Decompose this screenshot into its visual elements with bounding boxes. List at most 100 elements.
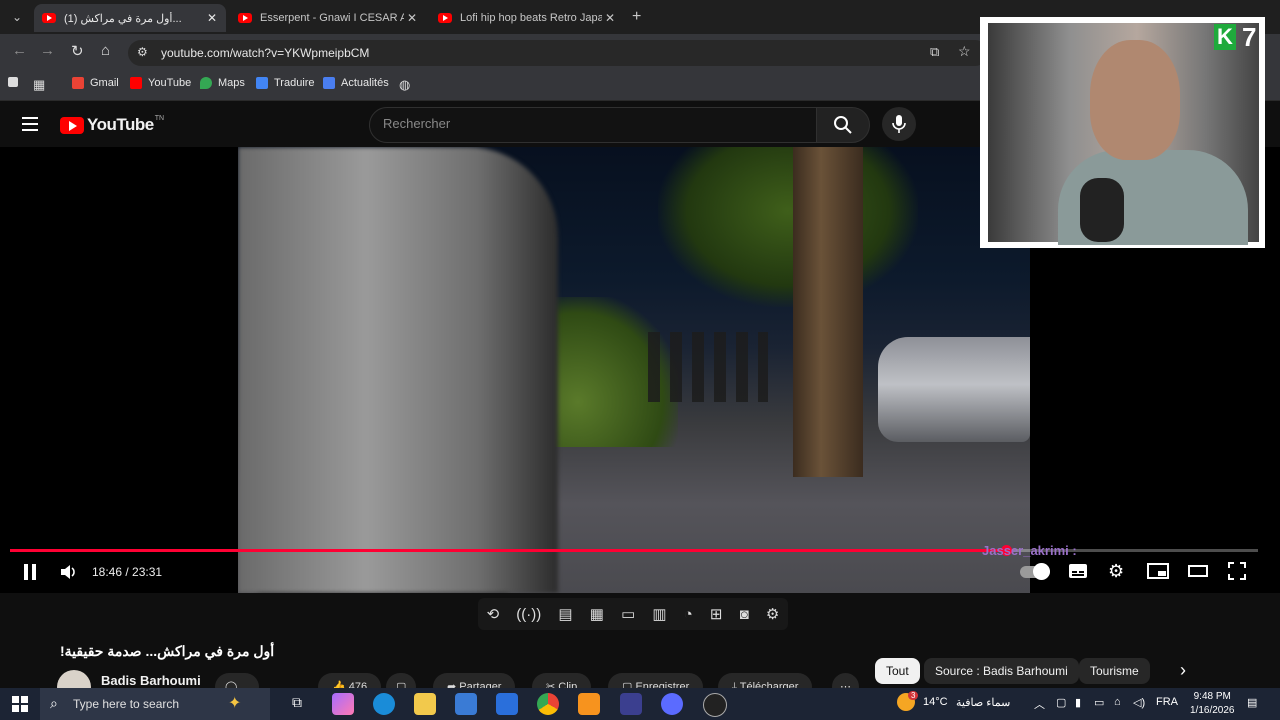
clapper-icon[interactable]: ▦ xyxy=(590,605,604,623)
discord-icon[interactable] xyxy=(661,693,683,715)
globe-icon[interactable]: ◍ xyxy=(399,77,410,93)
network-icon[interactable]: ⌂ xyxy=(1114,696,1121,708)
copilot-icon[interactable] xyxy=(332,693,354,715)
video-frame[interactable] xyxy=(238,147,1030,593)
close-icon[interactable]: ✕ xyxy=(404,11,420,25)
aspect-icon[interactable]: ▭ xyxy=(621,605,635,623)
country-code: TN xyxy=(154,115,165,122)
cinema-icon[interactable]: ▥ xyxy=(652,605,666,623)
search-button[interactable] xyxy=(816,107,870,143)
windows-start-icon[interactable] xyxy=(12,696,28,717)
pause-button[interactable] xyxy=(22,563,38,586)
screenshot-icon[interactable]: ◙ xyxy=(740,606,749,623)
bookmark-label: Maps xyxy=(218,77,245,89)
bookmark-gmail[interactable]: Gmail xyxy=(72,77,119,89)
obs-icon[interactable] xyxy=(703,693,727,717)
apps-grid-icon[interactable]: ▦ xyxy=(33,77,45,93)
chat-overlay-message: Jasser_akrimi : xyxy=(982,543,1077,558)
bookmark-label: YouTube xyxy=(148,77,192,89)
tab-esserpent[interactable]: Esserpent - Gnawi I CESAR ART ✕ xyxy=(230,4,426,32)
miniplayer-icon xyxy=(1147,563,1169,579)
channel-logo-number: 7 xyxy=(1242,22,1257,52)
chip-tourism[interactable]: Tourisme xyxy=(1079,658,1150,684)
mail-icon[interactable] xyxy=(496,693,518,715)
volume-tray-icon[interactable]: ◁) xyxy=(1133,696,1145,709)
extension-settings-icon[interactable]: ⚙ xyxy=(766,605,779,623)
bookmark-traduire[interactable]: Traduire xyxy=(256,77,315,89)
microphone-tray-icon[interactable]: ▮ xyxy=(1075,696,1081,709)
battery-icon[interactable]: ▭ xyxy=(1094,696,1104,709)
file-explorer-icon[interactable] xyxy=(414,693,436,715)
notifications-icon[interactable]: ▤ xyxy=(1247,696,1257,709)
chevron-up-icon[interactable]: ︿ xyxy=(1034,696,1045,712)
search-placeholder: Rechercher xyxy=(383,116,451,131)
bookmark-label: Actualités xyxy=(341,77,389,89)
app-grid-icon[interactable] xyxy=(620,693,642,715)
bookmark-youtube[interactable]: YouTube xyxy=(130,77,191,89)
bookmark-actualites[interactable]: Actualités xyxy=(323,77,389,89)
miniplayer-button[interactable] xyxy=(1147,562,1169,585)
fullscreen-icon xyxy=(1228,562,1246,580)
tab-active[interactable]: (1) أول مرة في مراكش... ✕ xyxy=(34,4,226,32)
speed-icon[interactable]: ◔ xyxy=(684,606,693,623)
chevron-right-icon[interactable]: › xyxy=(1180,660,1186,681)
weather-description[interactable]: سماء صافية xyxy=(956,696,1010,709)
clock-time: 9:48 PM xyxy=(1193,691,1231,702)
logo-text: YouTube xyxy=(87,115,154,134)
forward-icon[interactable]: → xyxy=(40,42,55,59)
microphone-icon xyxy=(892,115,906,133)
menu-icon[interactable] xyxy=(22,117,38,135)
loop-icon[interactable]: ⟲ xyxy=(487,605,500,623)
task-view-icon[interactable]: ⧉ xyxy=(292,694,302,711)
news-icon xyxy=(323,77,335,89)
app-orange-icon[interactable] xyxy=(578,693,600,715)
channel-name[interactable]: Badis Barhoumi xyxy=(101,673,201,688)
tab-lofi[interactable]: Lofi hip hop beats Retro Japane ✕ xyxy=(430,4,624,32)
home-icon[interactable]: ⌂ xyxy=(101,42,110,59)
install-app-icon[interactable]: ⧉ xyxy=(930,44,939,60)
voice-search-button[interactable] xyxy=(882,107,916,141)
video-title: أول مرة في مراكش... صدمة حقيقية! xyxy=(60,643,275,659)
chrome-icon[interactable] xyxy=(537,693,559,715)
bookmark-label: Traduire xyxy=(274,77,315,89)
reload-icon[interactable]: ↻ xyxy=(71,42,84,60)
pause-icon xyxy=(24,564,36,580)
tab-search-icon[interactable]: ⌄ xyxy=(6,7,28,27)
search-icon: ⌕ xyxy=(50,695,58,711)
taskbar-clock[interactable]: 9:48 PM 1/16/2026 xyxy=(1190,690,1235,718)
site-info-icon[interactable]: ⚙ xyxy=(137,45,148,59)
add-icon[interactable]: ⊞ xyxy=(710,605,723,623)
bookmark-square-icon[interactable] xyxy=(8,77,18,87)
url-text[interactable]: youtube.com/watch?v=YKWpmeipbCM xyxy=(161,46,369,60)
chip-all[interactable]: Tout xyxy=(875,658,920,684)
audio-icon[interactable]: ((·)) xyxy=(516,606,541,623)
fullscreen-button[interactable] xyxy=(1228,562,1246,585)
theater-mode-button[interactable] xyxy=(1188,562,1208,585)
close-icon[interactable]: ✕ xyxy=(204,11,220,25)
channel-logo-icon: K xyxy=(1214,24,1236,50)
gmail-icon xyxy=(72,77,84,89)
extension-toolbar: ⟲ ((·)) ▤ ▦ ▭ ▥ ◔ ⊞ ◙ ⚙ xyxy=(478,598,788,630)
chip-source[interactable]: Source : Badis Barhoumi xyxy=(924,658,1079,684)
settings-gear-icon[interactable]: ⚙ xyxy=(1108,561,1124,582)
volume-button[interactable] xyxy=(59,563,77,586)
bookmark-star-icon[interactable]: ☆ xyxy=(958,43,971,60)
copilot-sparkle-icon[interactable]: ✦ xyxy=(228,693,241,713)
store-icon[interactable] xyxy=(455,693,477,715)
time-display: 18:46 / 23:31 xyxy=(92,565,163,579)
subtitles-button[interactable] xyxy=(1068,562,1088,585)
bookmark-label: Gmail xyxy=(90,77,119,89)
translate-icon xyxy=(256,77,268,89)
youtube-logo[interactable]: YouTube TN xyxy=(60,115,164,135)
edge-icon[interactable] xyxy=(373,693,395,715)
filter-icon[interactable]: ▤ xyxy=(558,605,572,623)
new-tab-icon[interactable]: + xyxy=(632,8,641,26)
language-indicator[interactable]: FRA xyxy=(1156,696,1178,708)
youtube-favicon-icon xyxy=(238,13,252,23)
close-icon[interactable]: ✕ xyxy=(602,11,618,25)
temperature[interactable]: 14°C xyxy=(923,696,948,708)
bookmark-maps[interactable]: Maps xyxy=(200,77,245,89)
tray-app-icon[interactable]: ▢ xyxy=(1056,696,1066,709)
back-icon[interactable]: ← xyxy=(12,42,27,59)
theater-icon xyxy=(1188,565,1208,577)
